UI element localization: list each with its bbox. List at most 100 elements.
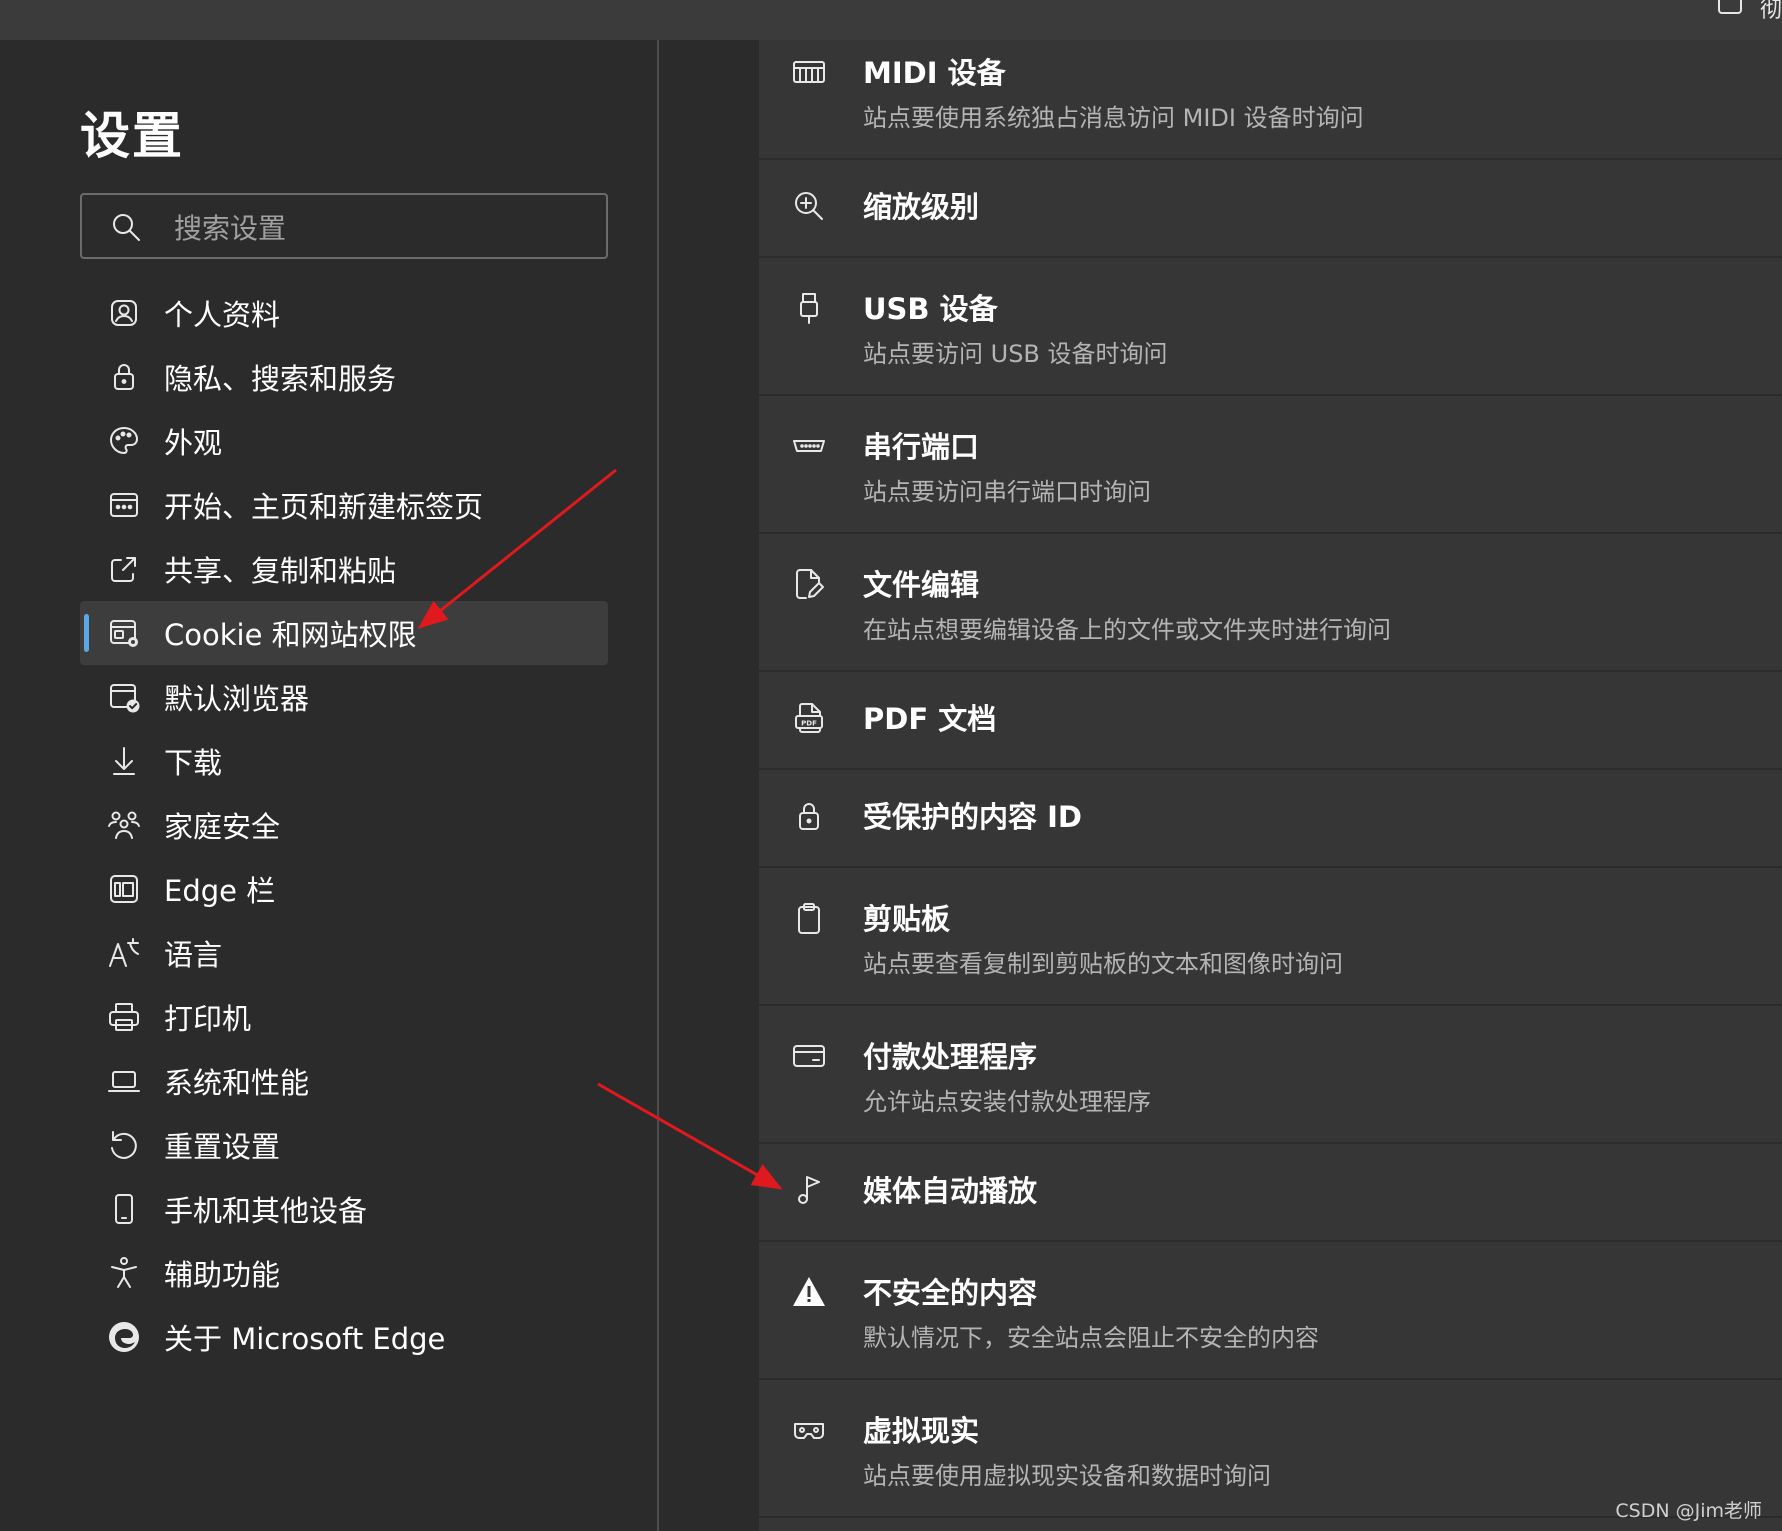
sidebar-item-label: 个人资料 (164, 298, 281, 332)
content-gutter (659, 40, 759, 1531)
zoom-icon (795, 192, 823, 220)
permission-title: 剪贴板 (863, 902, 951, 936)
permission-row-media-autoplay[interactable]: 媒体自动播放 (759, 1142, 1782, 1242)
permission-row-serial-port[interactable]: 串行端口 站点要访问串行端口时询问 (759, 394, 1782, 534)
permission-title: 虚拟现实 (863, 1414, 980, 1448)
cookie-site-icon (110, 620, 138, 647)
sidebar-item-label: 手机和其他设备 (164, 1194, 368, 1228)
sidebar-item-label: 关于 Microsoft Edge (164, 1322, 446, 1356)
accessibility-icon (111, 1257, 137, 1288)
file-edit-icon (796, 569, 824, 599)
sidebar-item-printers[interactable]: 打印机 (80, 985, 608, 1049)
permission-row-usb[interactable]: USB 设备 站点要访问 USB 设备时询问 (759, 256, 1782, 396)
permission-title: 付款处理程序 (863, 1040, 1038, 1074)
language-icon (109, 938, 139, 967)
permission-description: 站点要使用虚拟现实设备和数据时询问 (863, 1462, 1271, 1490)
permission-row-protected-content[interactable]: 受保护的内容 ID (759, 768, 1782, 868)
permission-title: 受保护的内容 ID (863, 800, 1082, 834)
permission-row-zoom[interactable]: 缩放级别 (759, 158, 1782, 258)
sidebar-item-label: 重置设置 (164, 1130, 281, 1164)
sidebar-item-label: 开始、主页和新建标签页 (164, 490, 484, 524)
palette-icon (110, 427, 138, 454)
permission-title: 缩放级别 (863, 190, 980, 224)
sidebar-item-label: 默认浏览器 (164, 682, 310, 716)
permission-description: 站点要使用系统独占消息访问 MIDI 设备时询问 (863, 104, 1364, 132)
clipboard-icon (798, 903, 820, 934)
permission-row-clipboard[interactable]: 剪贴板 站点要查看复制到剪贴板的文本和图像时询问 (759, 866, 1782, 1006)
edge-logo-icon (109, 1322, 139, 1352)
sidebar-item-label: 家庭安全 (164, 810, 281, 844)
permission-title: 串行端口 (863, 430, 980, 464)
sidebar-item-label: 隐私、搜索和服务 (164, 362, 397, 396)
permission-title: MIDI 设备 (863, 56, 1006, 90)
sidebar-item-reset[interactable]: 重置设置 (80, 1113, 608, 1177)
vr-headset-icon (794, 1423, 824, 1439)
sidebar-item-label: 共享、复制和粘贴 (164, 554, 397, 588)
card-icon (793, 1045, 825, 1067)
sidebar-item-label: Edge 栏 (164, 874, 276, 908)
serial-port-icon (793, 440, 825, 452)
window-square-icon[interactable] (1718, 0, 1742, 14)
protected-lock-icon (799, 803, 819, 830)
permission-description: 允许站点安装付款处理程序 (863, 1088, 1151, 1116)
sidebar-item-languages[interactable]: 语言 (80, 921, 608, 985)
share-icon (111, 557, 136, 582)
permission-row-file-editing[interactable]: 文件编辑 在站点想要编辑设备上的文件或文件夹时进行询问 (759, 532, 1782, 672)
permission-description: 站点要访问 USB 设备时询问 (863, 340, 1168, 368)
sidebar-item-cookies-permissions[interactable]: Cookie 和网站权限 (80, 601, 608, 665)
laptop-icon (108, 1071, 140, 1092)
permission-description: 站点要查看复制到剪贴板的文本和图像时询问 (863, 950, 1343, 978)
sidebar-item-appearance[interactable]: 外观 (80, 409, 608, 473)
warning-icon (793, 1277, 825, 1306)
settings-nav: 个人资料 隐私、搜索和服务 外观 开始、主页和新建标签页 共享、复制和粘贴 Co… (80, 281, 608, 1369)
sidebar-item-share-copy[interactable]: 共享、复制和粘贴 (80, 537, 608, 601)
site-permissions-panel: MIDI 设备 站点要使用系统独占消息访问 MIDI 设备时询问 缩放级别 US… (759, 40, 1782, 1531)
permission-row-pdf[interactable]: PDF PDF 文档 (759, 670, 1782, 770)
permission-row-payment-handlers[interactable]: 付款处理程序 允许站点安装付款处理程序 (759, 1004, 1782, 1144)
permission-description: 站点要访问串行端口时询问 (863, 478, 1151, 506)
search-input[interactable] (172, 205, 596, 251)
permission-title: USB 设备 (863, 292, 998, 326)
permission-description: 在站点想要编辑设备上的文件或文件夹时进行询问 (863, 616, 1391, 644)
title-bar: 彻 (0, 0, 1782, 40)
permission-title: PDF 文档 (863, 702, 997, 736)
reset-icon (111, 1131, 137, 1159)
sidebar-item-default-browser[interactable]: 默认浏览器 (80, 665, 608, 729)
watermark: CSDN @Jim老师 (1615, 1500, 1762, 1522)
sidebar-item-label: 系统和性能 (164, 1066, 310, 1100)
sidebar-item-label: 外观 (164, 426, 223, 460)
titlebar-clipped-text: 彻 (1760, 0, 1782, 23)
sidebar-item-family-safety[interactable]: 家庭安全 (80, 793, 608, 857)
search-box[interactable] (80, 193, 608, 259)
sidebar-item-profile[interactable]: 个人资料 (80, 281, 608, 345)
sidebar-item-label: 辅助功能 (164, 1258, 281, 1292)
permission-row-insecure-content[interactable]: 不安全的内容 默认情况下，安全站点会阻止不安全的内容 (759, 1240, 1782, 1380)
new-tab-icon (110, 493, 138, 517)
permission-title: 媒体自动播放 (863, 1174, 1038, 1208)
phone-icon (115, 1194, 133, 1224)
permission-row-midi[interactable]: MIDI 设备 站点要使用系统独占消息访问 MIDI 设备时询问 (759, 40, 1782, 160)
sidebar-item-downloads[interactable]: 下载 (80, 729, 608, 793)
profile-icon (111, 300, 137, 326)
sidebar-item-privacy[interactable]: 隐私、搜索和服务 (80, 345, 608, 409)
permission-description: 默认情况下，安全站点会阻止不安全的内容 (863, 1324, 1319, 1352)
sidebar-item-start-home[interactable]: 开始、主页和新建标签页 (80, 473, 608, 537)
search-icon (113, 214, 140, 241)
sidebar-item-system[interactable]: 系统和性能 (80, 1049, 608, 1113)
printer-icon (109, 1003, 139, 1031)
sidebar-item-label: Cookie 和网站权限 (164, 618, 417, 652)
midi-icon (793, 61, 825, 83)
sidebar-item-accessibility[interactable]: 辅助功能 (80, 1241, 608, 1305)
sidebar-item-about-edge[interactable]: 关于 Microsoft Edge (80, 1305, 608, 1369)
permission-title: 不安全的内容 (863, 1276, 1038, 1310)
sidebar-item-label: 打印机 (164, 1002, 252, 1036)
edge-bar-icon (110, 875, 138, 903)
family-icon (108, 811, 140, 839)
sidebar-item-edge-bar[interactable]: Edge 栏 (80, 857, 608, 921)
pdf-icon: PDF (795, 703, 823, 733)
default-browser-icon (110, 684, 140, 713)
download-icon (113, 747, 135, 775)
sidebar-item-phone-devices[interactable]: 手机和其他设备 (80, 1177, 608, 1241)
lock-icon (114, 364, 134, 390)
permission-title: 文件编辑 (863, 568, 980, 602)
